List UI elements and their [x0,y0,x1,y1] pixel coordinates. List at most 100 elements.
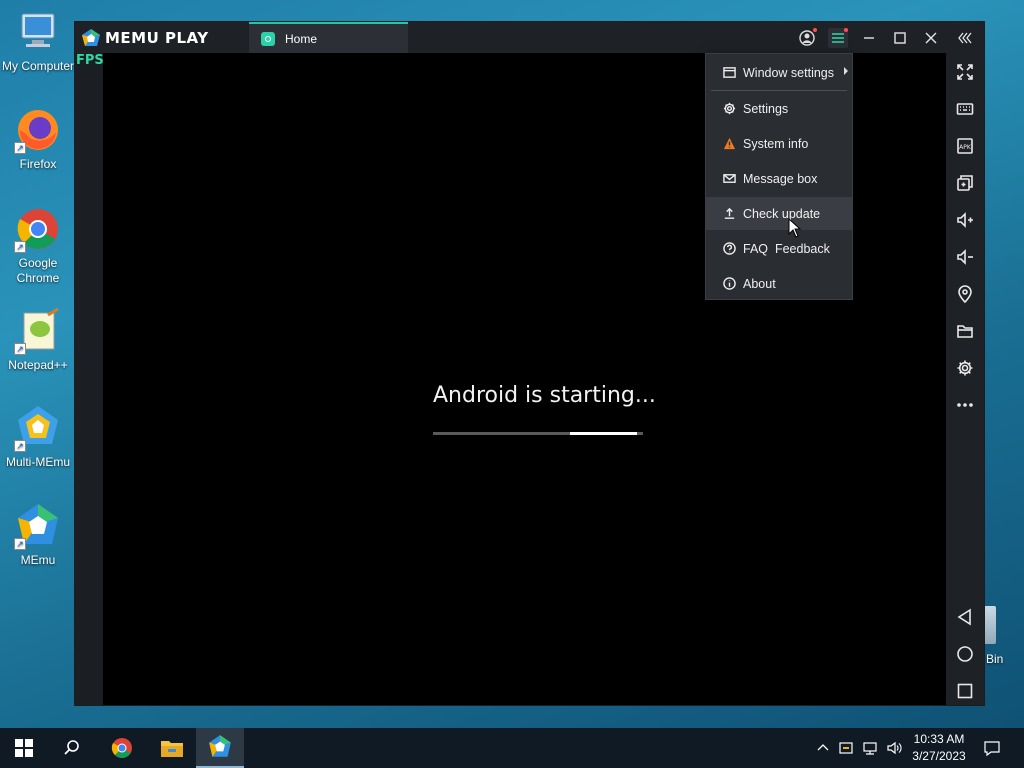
help-icon [722,242,736,256]
desktop-icon-label: MEmu [20,553,56,567]
collapse-sidebar-button[interactable] [955,28,975,48]
volume-button[interactable] [884,728,904,768]
show-hidden-icons-button[interactable] [814,728,832,768]
shortcut-arrow-icon: ↗ [14,241,26,253]
location-button[interactable] [955,284,975,304]
info-icon [722,277,736,291]
clock-time: 10:33 AM [913,732,965,746]
android-recents-button[interactable] [955,681,975,701]
taskbar-chrome[interactable] [98,728,146,768]
mouse-cursor-icon [788,218,802,238]
shortcut-arrow-icon: ↗ [14,538,26,550]
desktop-icon-memu[interactable]: ↗ MEmu [0,502,76,567]
android-back-button[interactable] [955,607,975,627]
fullscreen-button[interactable] [955,62,975,82]
search-button[interactable] [48,728,96,768]
maximize-button[interactable] [890,28,910,48]
menu-divider [711,90,847,91]
chrome-icon [111,738,132,758]
warning-icon [722,137,736,151]
taskbar-file-explorer[interactable] [148,728,196,768]
menu-item-label: Message box [743,171,818,186]
android-home-button[interactable] [955,644,975,664]
menu-item-check-update[interactable]: Check update [706,197,852,230]
more-icon [957,403,973,407]
menu-item-label: Window settings [743,65,835,80]
logo-text: MEMU PLAY [105,29,209,47]
desktop-icon-firefox[interactable]: ↗ Firefox [0,106,76,171]
menu-item-system-info[interactable]: System info [706,127,852,160]
settings-button[interactable] [955,358,975,378]
location-icon [958,285,972,303]
minimize-icon [864,37,874,39]
shortcut-arrow-icon: ↗ [14,343,26,355]
search-icon [64,740,79,755]
multi-window-icon [957,175,973,191]
desktop-icon-notepad-plus-plus[interactable]: ↗ Notepad++ [0,307,76,372]
menu-item-faq-feedback[interactable]: FAQ Feedback [706,232,852,265]
home-tab-icon [261,31,275,46]
boot-progress-fill [569,432,637,435]
desktop-icon-label: Notepad++ [8,358,68,372]
memu-window: MEMU PLAY Home FPS: 1 Android is startin… [74,21,985,706]
folder-icon [957,325,973,338]
volume-down-icon [957,249,973,265]
start-button[interactable] [0,728,48,768]
volume-up-button[interactable] [955,210,975,230]
upload-icon [722,207,736,221]
tab-home[interactable]: Home [249,22,408,53]
notification-dot [813,28,817,32]
menu-item-window-settings[interactable]: Window settings [706,56,852,89]
taskbar-memu[interactable] [196,728,244,768]
clock[interactable]: 10:33 AM 3/27/2023 [904,731,974,765]
menu-item-label: About [743,276,776,291]
keyboard-button[interactable] [955,99,975,119]
desktop-icon-label: Firefox [19,157,57,171]
recycle-bin-label: Bin [986,652,1004,666]
chrome-icon: ↗ [14,205,62,253]
keyboard-icon [956,103,974,115]
boot-status-text: Android is starting... [433,383,656,408]
desktop-icon-google-chrome[interactable]: ↗ Google Chrome [0,205,76,286]
shortcut-arrow-icon: ↗ [14,142,26,154]
shared-folder-button[interactable] [955,321,975,341]
apk-install-button[interactable]: APK [955,136,975,156]
minimize-button[interactable] [859,28,879,48]
multi-memu-icon: ↗ [14,404,62,452]
notification-center-button[interactable] [978,728,1006,768]
boot-progress-bar [433,432,643,435]
menu-item-about[interactable]: About [706,267,852,300]
volume-down-button[interactable] [955,247,975,267]
main-menu-button[interactable] [828,28,848,48]
desktop-icon-label: Multi-MEmu [5,455,70,469]
close-button[interactable] [921,28,941,48]
clock-date: 3/27/2023 [912,749,966,763]
network-button[interactable] [860,728,880,768]
notification-dot [844,28,848,32]
more-button[interactable] [955,395,975,415]
left-strip [75,53,103,705]
memu-icon: ↗ [14,502,62,550]
close-icon [925,32,937,44]
menu-item-message-box[interactable]: Message box [706,162,852,195]
menu-item-label: System info [743,136,809,151]
main-menu-dropdown: Window settings Settings System info Mes… [705,53,853,300]
title-bar: MEMU PLAY Home [75,22,984,53]
menu-item-settings[interactable]: Settings [706,92,852,125]
tab-home-label: Home [285,31,318,46]
hamburger-menu-icon [832,33,844,43]
memu-logo-icon [82,29,100,46]
desktop-icon-my-computer[interactable]: My Computer [0,8,76,73]
submenu-arrow-icon [844,67,848,75]
user-icon [799,30,815,46]
windows-logo-icon [15,739,33,757]
multi-window-button[interactable] [955,173,975,193]
taskbar: 10:33 AM 3/27/2023 [0,728,1024,768]
desktop-icon-label: My Computer [1,59,75,73]
tray-app-button[interactable] [836,728,856,768]
menu-item-label: Settings [743,101,789,116]
tray-app-icon [839,742,853,754]
desktop-icon-multi-memu[interactable]: ↗ Multi-MEmu [0,404,76,469]
account-button[interactable] [797,28,817,48]
window-icon [722,66,736,80]
